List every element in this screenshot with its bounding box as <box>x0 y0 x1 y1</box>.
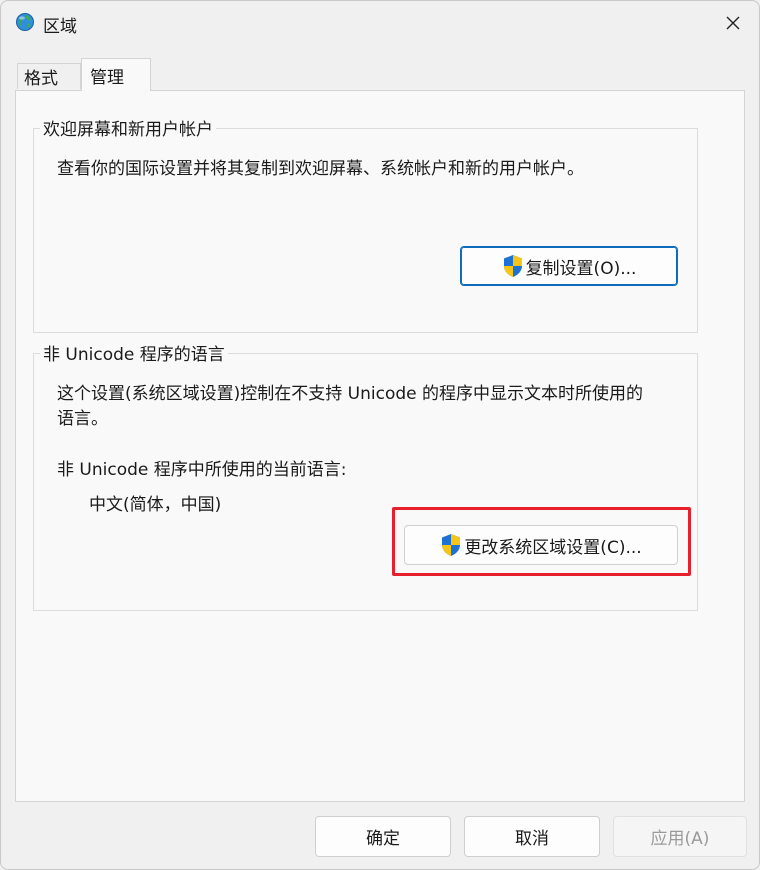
tab-administrative-label: 管理 <box>90 68 124 88</box>
non-unicode-description-line1: 这个设置(系统区域设置)控制在不支持 Unicode 的程序中显示文本时所使用的 <box>57 384 644 404</box>
copy-settings-label: 复制设置(O)... <box>525 258 637 279</box>
copy-settings-button[interactable]: 复制设置(O)... <box>460 246 678 286</box>
window-title: 区域 <box>43 17 77 37</box>
current-language-label: 非 Unicode 程序中所使用的当前语言: <box>57 460 347 480</box>
annotation-highlight-box <box>392 507 691 576</box>
current-language-value: 中文(简体，中国) <box>89 495 222 515</box>
tab-format-label: 格式 <box>24 69 58 89</box>
title-bar: 区域 <box>1 1 759 45</box>
apply-label: 应用(A) <box>650 829 710 849</box>
globe-icon <box>16 13 34 31</box>
ok-button[interactable]: 确定 <box>315 816 451 857</box>
tab-administrative[interactable]: 管理 <box>81 58 151 91</box>
welcome-group-legend: 欢迎屏幕和新用户帐户 <box>40 115 216 140</box>
administrative-panel: 欢迎屏幕和新用户帐户 查看你的国际设置并将其复制到欢迎屏幕、系统帐户和新的用户帐… <box>15 90 745 802</box>
close-button[interactable] <box>715 7 751 39</box>
close-icon <box>726 16 740 30</box>
uac-shield-icon <box>503 255 522 277</box>
non-unicode-group-legend: 非 Unicode 程序的语言 <box>40 340 228 365</box>
region-dialog: 区域 格式 管理 欢迎屏幕和新用户帐户 查看你的国际设置并将其复制到欢迎屏幕、系… <box>0 0 760 870</box>
welcome-screen-group: 欢迎屏幕和新用户帐户 查看你的国际设置并将其复制到欢迎屏幕、系统帐户和新的用户帐… <box>33 115 698 333</box>
apply-button[interactable]: 应用(A) <box>613 816 747 857</box>
welcome-description: 查看你的国际设置并将其复制到欢迎屏幕、系统帐户和新的用户帐户。 <box>57 159 584 179</box>
cancel-button[interactable]: 取消 <box>464 816 600 857</box>
non-unicode-description-line2: 语言。 <box>57 409 108 429</box>
cancel-label: 取消 <box>515 829 549 849</box>
ok-label: 确定 <box>366 829 400 849</box>
tab-format[interactable]: 格式 <box>17 63 81 89</box>
